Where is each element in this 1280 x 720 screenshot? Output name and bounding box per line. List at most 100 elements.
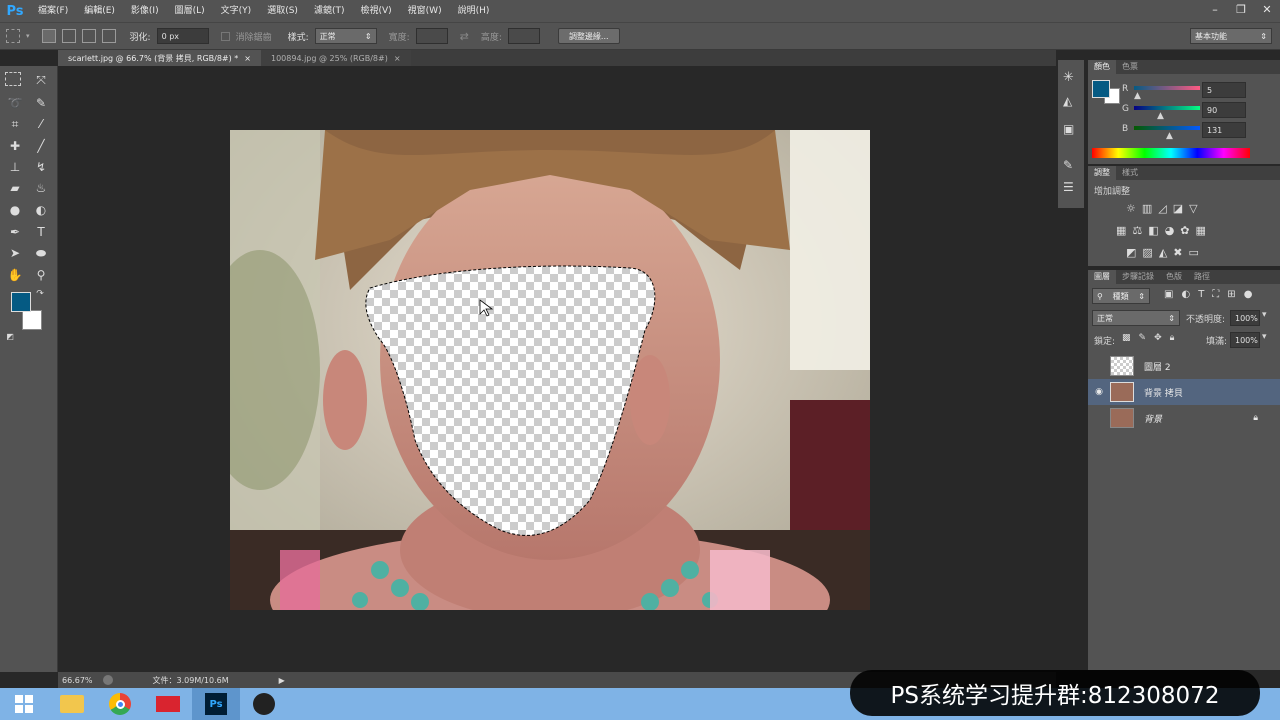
filter-pixel-icon[interactable]: ▣ xyxy=(1164,289,1173,300)
curves-icon[interactable]: ◿ xyxy=(1158,202,1166,215)
file-explorer-icon[interactable] xyxy=(48,688,96,720)
width-input[interactable] xyxy=(415,28,448,44)
channel-g-slider[interactable] xyxy=(1134,106,1200,110)
histogram-icon[interactable]: ◭ xyxy=(1063,94,1072,108)
navigator-icon[interactable]: ✳ xyxy=(1063,70,1074,85)
tab-paths[interactable]: 路徑 xyxy=(1188,270,1216,284)
close-icon[interactable]: × xyxy=(244,54,251,63)
document-canvas[interactable] xyxy=(230,130,870,610)
marquee-preset-icon[interactable] xyxy=(6,29,20,43)
tab-100894[interactable]: 100894.jpg @ 25% (RGB/8#) × xyxy=(261,50,411,66)
tab-adjustments[interactable]: 調整 xyxy=(1088,166,1116,180)
hand-tool-icon[interactable]: ✋ xyxy=(5,265,25,285)
photo-filter-icon[interactable]: ◕ xyxy=(1165,224,1175,237)
brush-tool-icon[interactable]: ╱ xyxy=(31,136,51,156)
add-selection-icon[interactable] xyxy=(61,29,76,43)
marquee-tool-icon[interactable] xyxy=(5,72,21,86)
menu-file[interactable]: 檔案(F) xyxy=(30,0,76,22)
clone-stamp-icon[interactable]: ⊥ xyxy=(5,157,25,177)
blend-mode-select[interactable]: 正常 ⇕ xyxy=(1092,310,1180,326)
crop-tool-icon[interactable]: ⌗ xyxy=(5,114,25,134)
antialias-checkbox[interactable] xyxy=(220,31,230,41)
info-icon[interactable]: ▣ xyxy=(1063,122,1074,136)
path-select-icon[interactable]: ➤ xyxy=(5,243,25,263)
blur-tool-icon[interactable]: ● xyxy=(5,200,25,220)
channel-b-slider[interactable] xyxy=(1134,126,1200,130)
layer-filter-select[interactable]: ⚲ 種類 ⇕ xyxy=(1092,288,1150,304)
menu-layer[interactable]: 圖層(L) xyxy=(167,0,213,22)
feather-input[interactable]: 0 px xyxy=(156,28,209,44)
minimize-icon[interactable]: – xyxy=(1202,0,1228,18)
chrome-icon[interactable] xyxy=(96,688,144,720)
pen-tool-icon[interactable]: ✒ xyxy=(5,222,25,242)
black-white-icon[interactable]: ◧ xyxy=(1148,224,1158,237)
new-selection-icon[interactable] xyxy=(41,29,56,43)
menu-select[interactable]: 選取(S) xyxy=(259,0,306,22)
lock-transparent-icon[interactable]: ▩ xyxy=(1122,333,1131,343)
vibrance-icon[interactable]: ▽ xyxy=(1189,202,1197,215)
chevron-down-icon[interactable]: ▾ xyxy=(26,32,30,40)
opacity-input[interactable]: 100% xyxy=(1230,310,1260,326)
levels-icon[interactable]: ▥ xyxy=(1142,202,1152,215)
gradient-map-icon[interactable]: ▭ xyxy=(1189,246,1199,259)
channel-r-input[interactable]: 5 xyxy=(1202,82,1246,98)
channel-mixer-icon[interactable]: ✿ xyxy=(1180,224,1189,237)
brush-preset-icon[interactable]: ✎ xyxy=(1063,158,1073,172)
filter-type-icon[interactable]: T xyxy=(1198,289,1204,300)
menu-help[interactable]: 說明(H) xyxy=(450,0,498,22)
menu-type[interactable]: 文字(Y) xyxy=(213,0,260,22)
eye-icon[interactable]: ◉ xyxy=(1088,387,1110,397)
brightness-icon[interactable]: ☼ xyxy=(1126,202,1136,215)
selective-color-icon[interactable]: ✖ xyxy=(1173,246,1182,259)
foreground-color-swatch[interactable] xyxy=(1092,80,1110,98)
threshold-icon[interactable]: ◭ xyxy=(1159,246,1167,259)
invert-icon[interactable]: ◩ xyxy=(1126,246,1136,259)
color-lookup-icon[interactable]: ▦ xyxy=(1196,224,1206,237)
tab-layers[interactable]: 圖層 xyxy=(1088,270,1116,284)
swap-dimensions-icon[interactable]: ⇄ xyxy=(460,30,469,43)
style-select[interactable]: 正常 ⇕ xyxy=(314,28,377,44)
mail-icon[interactable] xyxy=(144,688,192,720)
menu-image[interactable]: 影像(I) xyxy=(123,0,167,22)
quick-select-tool-icon[interactable]: ✎ xyxy=(31,93,51,113)
zoom-tool-icon[interactable]: ⚲ xyxy=(31,265,51,285)
filter-shape-icon[interactable]: ⛶ xyxy=(1212,289,1219,300)
dodge-tool-icon[interactable]: ◐ xyxy=(31,200,51,220)
ellipse-tool-icon[interactable]: ⬬ xyxy=(31,243,51,263)
move-tool-icon[interactable]: ⤧ xyxy=(31,70,51,90)
close-icon[interactable]: ✕ xyxy=(1254,0,1280,18)
color-balance-icon[interactable]: ⚖ xyxy=(1132,224,1142,237)
obs-icon[interactable] xyxy=(240,688,288,720)
posterize-icon[interactable]: ▨ xyxy=(1142,246,1152,259)
workspace-select[interactable]: 基本功能 ⇕ xyxy=(1190,28,1272,44)
close-icon[interactable]: × xyxy=(394,54,401,63)
restore-icon[interactable]: ❐ xyxy=(1228,0,1254,18)
menu-view[interactable]: 檢視(V) xyxy=(352,0,399,22)
layer-row[interactable]: ◉ 背景 拷貝 xyxy=(1088,379,1280,405)
lock-all-icon[interactable]: 🔒︎ xyxy=(1170,333,1175,343)
filter-toggle-icon[interactable]: ● xyxy=(1244,289,1253,300)
tab-scarlett[interactable]: scarlett.jpg @ 66.7% (背景 拷貝, RGB/8#) * × xyxy=(58,50,261,66)
filter-smart-icon[interactable]: ⊞ xyxy=(1227,289,1235,300)
lock-image-icon[interactable]: ✎ xyxy=(1139,333,1147,343)
color-spectrum-bar[interactable] xyxy=(1092,148,1250,158)
windows-start-icon[interactable] xyxy=(0,688,48,720)
tab-styles[interactable]: 樣式 xyxy=(1116,166,1144,180)
character-icon[interactable]: ☰ xyxy=(1063,180,1074,194)
tab-history[interactable]: 步驟記錄 xyxy=(1116,270,1160,284)
healing-brush-icon[interactable]: ✚ xyxy=(5,136,25,156)
swap-colors-icon[interactable]: ↷ xyxy=(34,288,46,300)
tab-color[interactable]: 顏色 xyxy=(1088,60,1116,74)
slider-thumb-icon[interactable]: ▲ xyxy=(1166,131,1173,141)
menu-window[interactable]: 視窗(W) xyxy=(400,0,450,22)
play-icon[interactable]: ▶ xyxy=(279,676,285,685)
chevron-down-icon[interactable]: ▾ xyxy=(1262,332,1267,342)
layer-row[interactable]: 背景 🔒︎ xyxy=(1088,405,1280,431)
lock-position-icon[interactable]: ✥ xyxy=(1154,333,1162,343)
channel-b-input[interactable]: 131 xyxy=(1202,122,1246,138)
height-input[interactable] xyxy=(507,28,540,44)
subtract-selection-icon[interactable] xyxy=(81,29,96,43)
layer-row[interactable]: 圖層 2 xyxy=(1088,353,1280,379)
tab-swatches[interactable]: 色票 xyxy=(1116,60,1144,74)
background-color-swatch[interactable] xyxy=(22,310,42,330)
